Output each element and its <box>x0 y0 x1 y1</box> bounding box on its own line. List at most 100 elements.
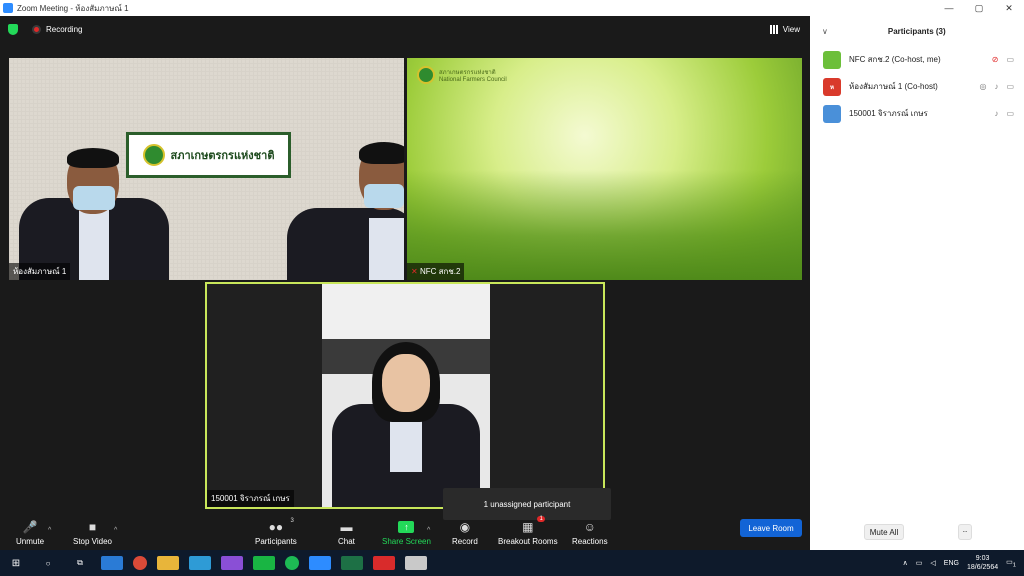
file-explorer-icon[interactable] <box>157 556 179 570</box>
participant-row[interactable]: ห ห้องสัมภาษณ์ 1 (Co-host) ◎ ♪ ▭ <box>810 73 1024 100</box>
unmute-button[interactable]: 🎤 Unmute <box>16 519 45 547</box>
meeting-area: Recording View สภาเกษตรกรแห่งชาติ ห้องสั… <box>0 16 810 550</box>
record-icon: ◉ <box>459 519 471 534</box>
clock[interactable]: 9:03 18/6/2564 <box>967 554 998 572</box>
video-tile-speaker[interactable]: 150001 จิราภรณ์ เกษร <box>205 282 605 509</box>
council-logo-icon <box>142 144 165 166</box>
app-icon[interactable] <box>405 556 427 570</box>
participant-row[interactable]: NFC สกช.2 (Co-host, me) ⊘ ▭ <box>810 46 1024 73</box>
security-shield-icon[interactable] <box>8 23 18 35</box>
clock-time: 9:03 <box>975 555 990 562</box>
spotify-icon[interactable] <box>285 556 299 570</box>
participant-name: NFC สกช.2 (Co-host, me) <box>849 55 941 64</box>
video-tile-room1[interactable]: สภาเกษตรกรแห่งชาติ ห้องสัมภาษณ์ 1 <box>9 58 404 280</box>
breakout-badge: 1 <box>537 516 545 522</box>
network-icon[interactable]: ▭ <box>916 559 923 567</box>
excel-icon[interactable] <box>341 556 363 570</box>
window-title: Zoom Meeting - ห้องสัมภาษณ์ 1 <box>17 3 129 13</box>
council-logo-icon <box>417 66 435 84</box>
stop-video-label: Stop Video <box>73 537 112 546</box>
clock-date: 18/6/2564 <box>966 564 999 571</box>
recording-icon <box>32 24 41 34</box>
notification-count: 1 <box>1012 562 1016 569</box>
chat-icon: ▬ <box>340 519 353 534</box>
minimize-button[interactable]: — <box>934 3 964 14</box>
avatar <box>823 50 841 69</box>
share-options-chevron-icon[interactable]: ^ <box>427 527 430 534</box>
reactions-icon: ☺ <box>583 519 596 534</box>
notification-icon[interactable]: ▭1 <box>1006 558 1016 568</box>
view-button[interactable]: View <box>769 24 800 34</box>
edge-icon[interactable] <box>101 556 123 570</box>
mic-muted-icon: ⊘ <box>991 55 999 64</box>
acrobat-icon[interactable] <box>373 556 395 570</box>
grass-background <box>407 170 802 280</box>
maximize-button[interactable]: ▢ <box>964 3 994 14</box>
breakout-rooms-icon: ▦ 1 <box>522 516 545 534</box>
tile-name-label: 150001 จิราภรณ์ เกษร <box>207 490 294 507</box>
language-indicator[interactable]: ENG <box>944 560 959 567</box>
windows-taskbar: ⊞ ○ ⧉ ∧ ▭ ◁ ENG 9:03 18/6/2564 ▭1 <box>0 550 1024 576</box>
participants-count: 3 <box>290 518 294 524</box>
share-screen-icon: ↑ <box>398 521 415 533</box>
windows-start-icon[interactable]: ⊞ <box>5 556 27 570</box>
chrome-icon[interactable] <box>133 556 147 570</box>
video-options-chevron-icon[interactable]: ^ <box>114 527 117 534</box>
zoom-app-icon <box>3 3 13 13</box>
audio-options-chevron-icon[interactable]: ^ <box>48 527 51 534</box>
mic-icon: ♪ <box>994 82 999 91</box>
line-icon[interactable] <box>253 556 275 570</box>
show-hidden-icons-chevron-icon[interactable]: ∧ <box>903 559 908 567</box>
reactions-button[interactable]: ☺ Reactions <box>572 519 608 547</box>
record-button[interactable]: ◉ Record <box>452 519 478 547</box>
participants-label: Participants <box>255 537 297 546</box>
record-icon: ◎ <box>979 82 987 91</box>
panel-footer: Mute All .. <box>810 524 1024 540</box>
camera-icon: ▭ <box>1006 55 1014 64</box>
chat-button[interactable]: ▬ Chat <box>338 519 355 547</box>
participants-panel: ∨ Participants (3) NFC สกช.2 (Co-host, m… <box>810 16 1024 550</box>
avatar <box>823 104 841 123</box>
mic-icon: ♪ <box>994 109 999 118</box>
tile-name-label: ✕ NFC สกช.2 <box>407 263 465 280</box>
panel-header: ∨ Participants (3) <box>810 16 1024 46</box>
mic-muted-icon: 🎤 <box>22 519 38 534</box>
tile-name-text: NFC สกช.2 <box>419 267 461 276</box>
meeting-topbar: Recording View <box>0 16 810 42</box>
paint-icon[interactable] <box>189 556 211 570</box>
stop-video-button[interactable]: ■ Stop Video <box>73 520 112 547</box>
tile-name-label: ห้องสัมภาษณ์ 1 <box>9 263 71 280</box>
zoom-taskbar-icon[interactable] <box>309 556 331 570</box>
volume-icon[interactable]: ◁ <box>930 559 935 567</box>
speaker-video <box>322 284 490 507</box>
mute-all-button[interactable]: Mute All <box>864 524 904 540</box>
breakout-rooms-label: Breakout Rooms <box>498 537 558 546</box>
participant-row[interactable]: 150001 จิราภรณ์ เกษร ♪ ▭ <box>810 100 1024 127</box>
participant-name: ห้องสัมภาษณ์ 1 (Co-host) <box>849 82 938 91</box>
more-options-button[interactable]: .. <box>958 524 972 540</box>
close-button[interactable]: ✕ <box>994 3 1024 14</box>
chat-label: Chat <box>338 537 355 546</box>
participants-icon: ●● 3 <box>268 518 294 534</box>
system-tray: ∧ ▭ ◁ ENG 9:03 18/6/2564 ▭1 <box>903 554 1016 572</box>
record-label: Record <box>452 537 478 546</box>
share-screen-button[interactable]: ↑ Share Screen <box>382 521 431 546</box>
nfc-logo: สภาเกษตรกรแห่งชาติ National Farmers Coun… <box>417 66 507 84</box>
visual-studio-icon[interactable] <box>221 556 243 570</box>
task-view-icon[interactable]: ⧉ <box>69 556 91 570</box>
camera-icon: ▭ <box>1006 82 1014 91</box>
video-tile-nfc[interactable]: สภาเกษตรกรแห่งชาติ National Farmers Coun… <box>407 58 802 280</box>
participant-name: 150001 จิราภรณ์ เกษร <box>849 109 928 118</box>
search-icon[interactable]: ○ <box>37 556 59 570</box>
sign-text: สภาเกษตรกรแห่งชาติ <box>170 150 275 162</box>
breakout-rooms-button[interactable]: ▦ 1 Breakout Rooms <box>498 516 558 546</box>
council-sign: สภาเกษตรกรแห่งชาติ <box>126 132 291 178</box>
logo-thai-text: สภาเกษตรกรแห่งชาติ <box>439 70 496 76</box>
view-label: View <box>782 24 800 34</box>
participants-button[interactable]: ●● 3 Participants <box>255 518 297 546</box>
unmute-label: Unmute <box>16 537 45 546</box>
logo-english-text: National Farmers Council <box>439 77 507 83</box>
collapse-chevron-icon[interactable]: ∨ <box>822 27 828 36</box>
leave-room-button[interactable]: Leave Room <box>740 519 802 537</box>
share-screen-label: Share Screen <box>382 537 431 546</box>
